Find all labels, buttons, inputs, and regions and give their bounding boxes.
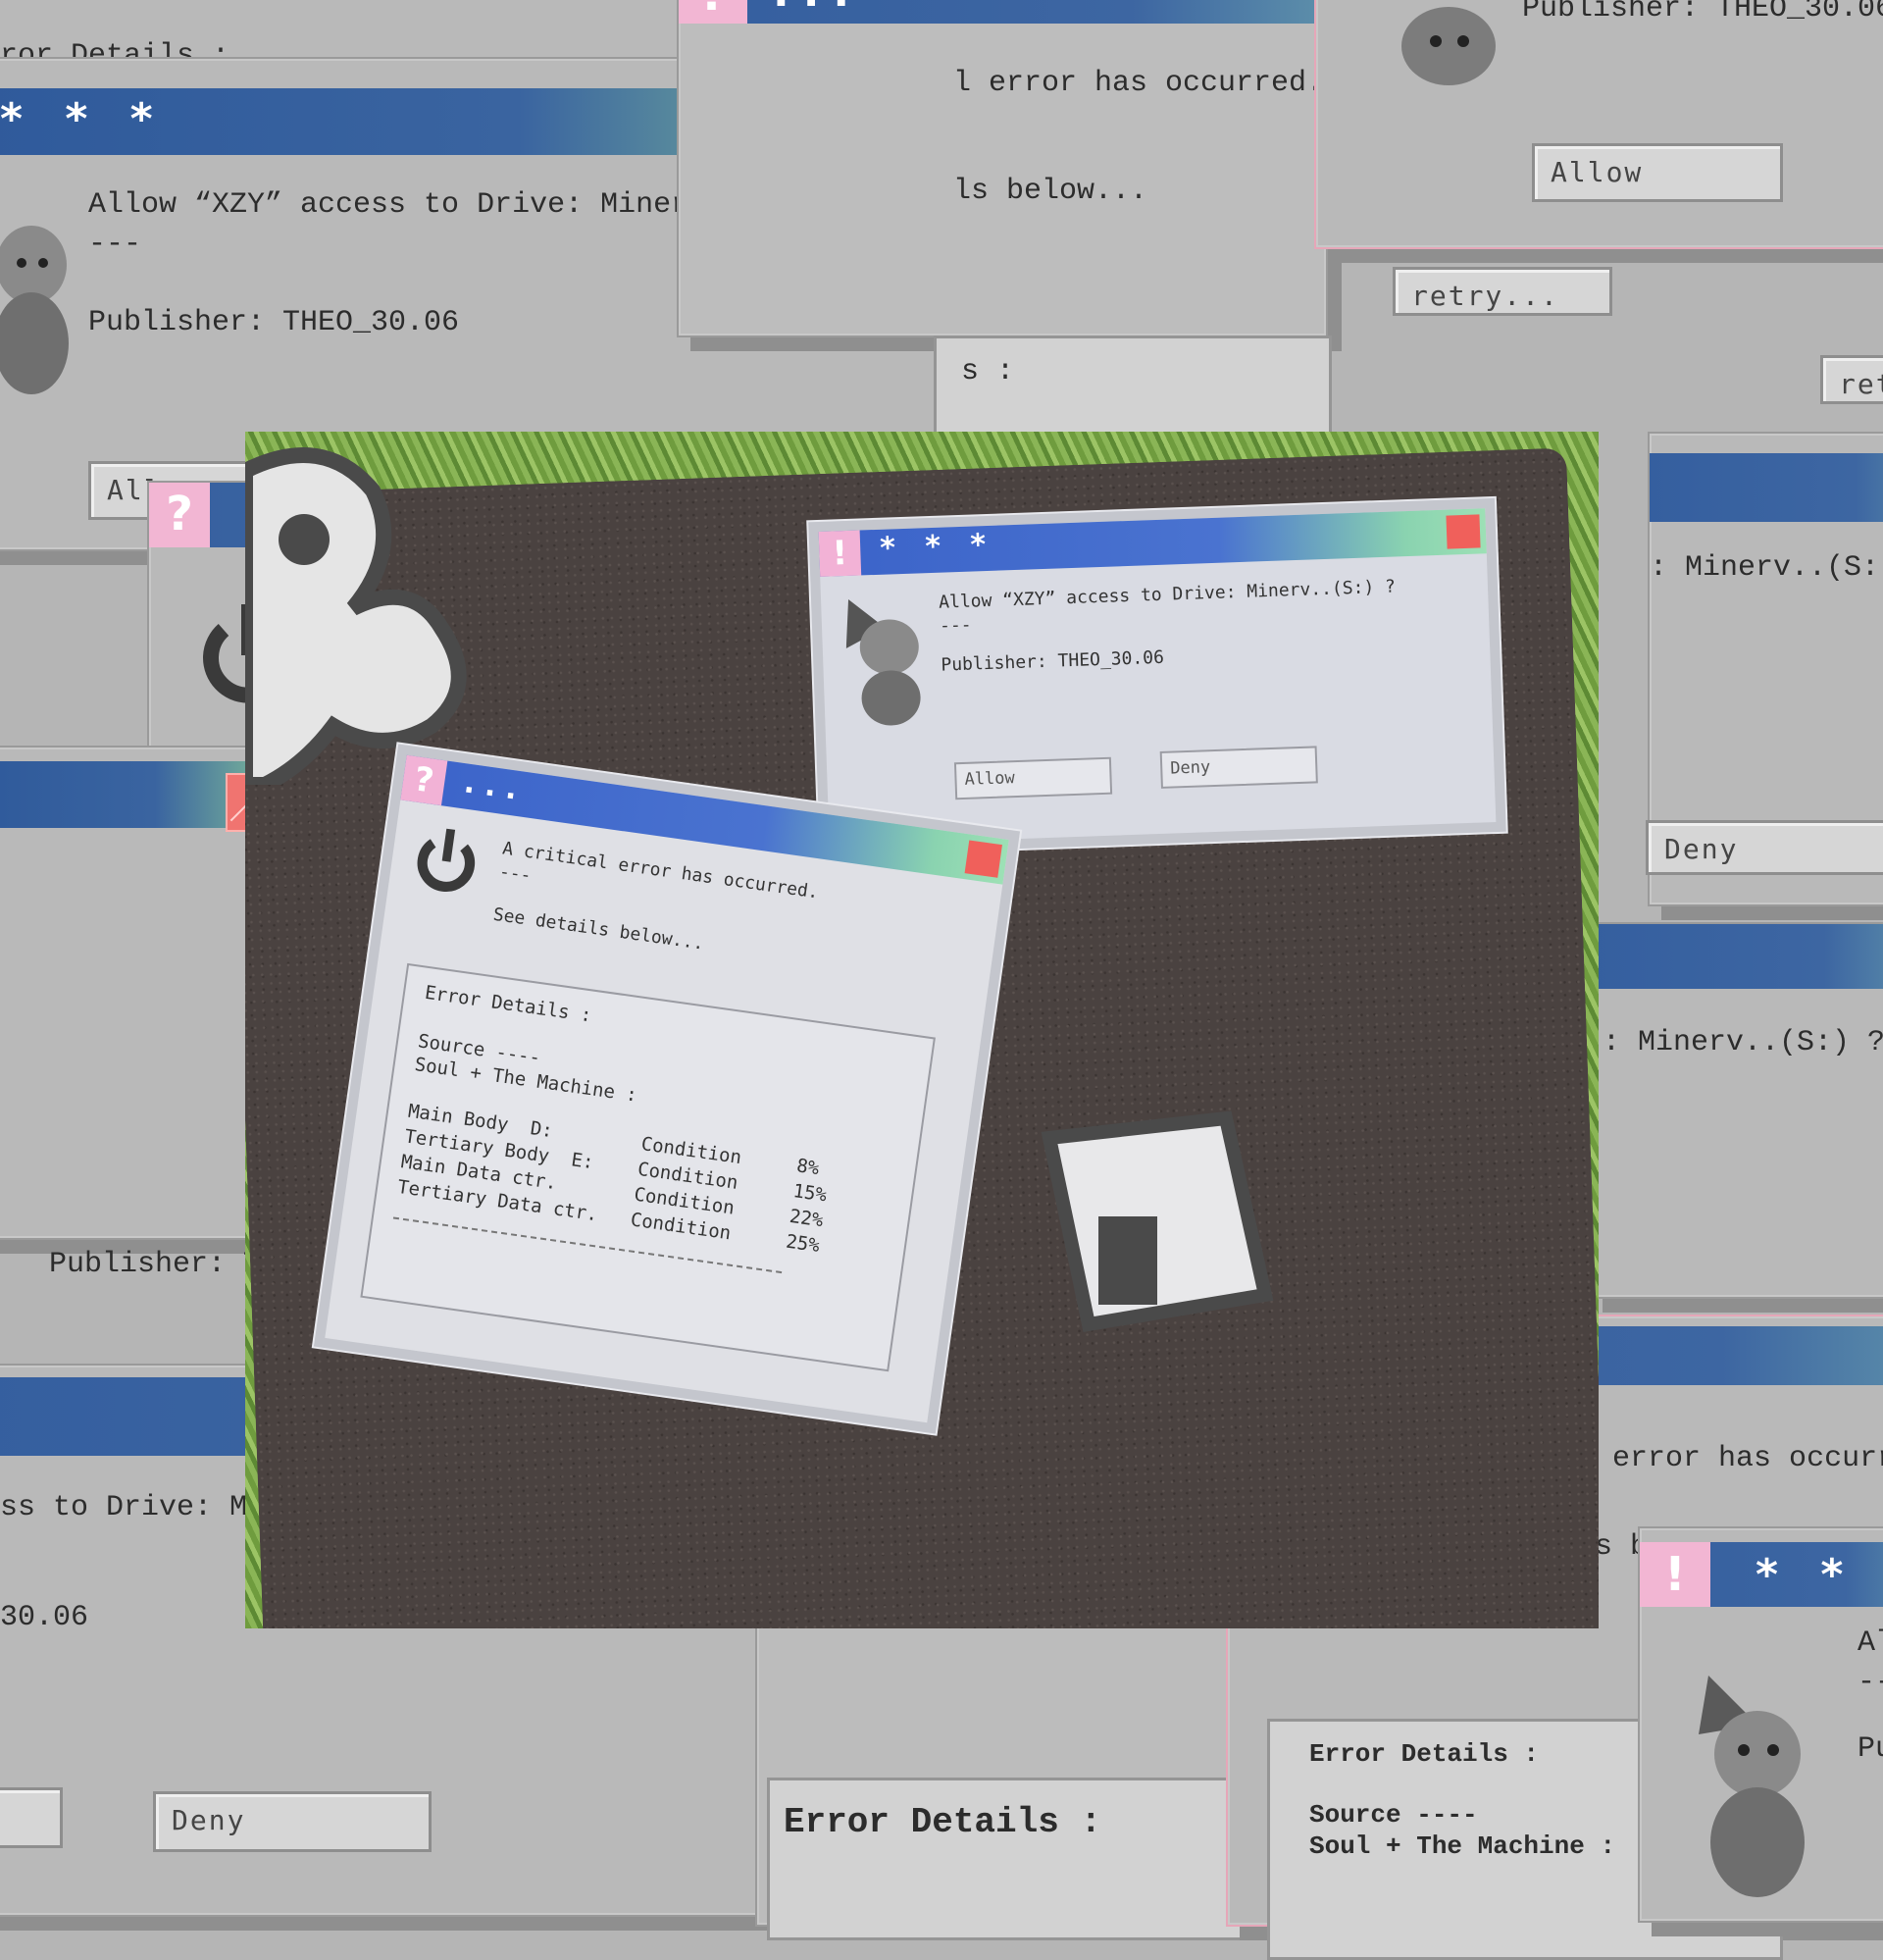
allow-button[interactable]: Allow [1532, 143, 1783, 202]
close-button[interactable] [1446, 514, 1481, 549]
details-fragment: ls below... [953, 175, 1148, 208]
close-button[interactable] [964, 840, 1002, 878]
deny-button[interactable]: Deny [1646, 820, 1883, 875]
allow-dialog-right: : Minerv..(S:) ? Deny [1646, 432, 1883, 906]
details-heading: Error Details : [784, 1802, 1102, 1842]
row-value: 15% [791, 1180, 829, 1207]
drive-fragment: : Minerv..(S:) ? [1603, 1026, 1883, 1059]
allow-dialog-right-lower: : Minerv..(S:) ? [1589, 922, 1883, 1299]
dog-icon [1401, 7, 1496, 85]
source-value: Soul + The Machine : [1309, 1831, 1616, 1861]
titlebar: ! * * * [1640, 1542, 1883, 1607]
error-dialog-top: ? ... l error has occurred. ls below... [677, 0, 1332, 695]
row-value: 22% [788, 1205, 825, 1232]
condition-row: Main Body D: Condition 8% [407, 1101, 895, 1180]
details-heading: Error Details : [1309, 1739, 1540, 1769]
deny-button[interactable]: Deny [1159, 746, 1318, 789]
window-title: * * * [0, 94, 167, 144]
retry-button-edge[interactable]: retr [1820, 355, 1883, 404]
details-panel: Error Details : Source ---- Soul + The M… [360, 962, 936, 1372]
allow-button[interactable]: Allow [953, 756, 1113, 800]
help-icon: ? [679, 0, 747, 24]
retry-button[interactable]: retry... [1393, 267, 1612, 316]
error-dialog-sticker: ? ... A critical error has occurred. ---… [313, 744, 1021, 1434]
window-title: ... [462, 765, 530, 808]
source-line: Source ---- [1309, 1800, 1478, 1830]
dog-icon [1699, 1676, 1805, 1897]
window-title: * * * [1756, 1550, 1883, 1600]
separator: -- [1858, 1666, 1883, 1699]
allow-fragment: Al [1858, 1626, 1883, 1660]
titlebar [1591, 924, 1883, 989]
publisher-fragment: Pul [1858, 1732, 1883, 1766]
colon-fragment: s : [961, 355, 1015, 388]
titlebar: ! * * * [818, 508, 1487, 577]
separator: --- [88, 228, 142, 261]
drive-fragment: : Minerv..(S:) ? [1650, 551, 1883, 585]
details-panel: Error Details : [767, 1778, 1302, 1940]
dog-icon [845, 598, 921, 726]
publisher-text: Publisher: THEO_30.06 [1522, 0, 1883, 26]
publisher-text: Publisher: THEO_30.06 [88, 306, 460, 339]
deny-button[interactable]: Deny [153, 1791, 432, 1852]
row-value: 8% [794, 1155, 821, 1180]
titlebar: ? ... [679, 0, 1326, 24]
see-details: See details below... [491, 903, 706, 954]
allow-dialog-top-right: Publisher: THEO_30.06 Allow [1314, 0, 1883, 249]
sticker-piece [1041, 1110, 1274, 1333]
allow-dialog-sticker: ! * * * Allow “XZY” access to Drive: Min… [808, 497, 1506, 856]
octopus-sticker [245, 447, 467, 785]
allow-dialog-bottom-right: ! * * * Al -- Pul [1638, 1526, 1883, 1923]
details-heading: Error Details : [423, 981, 593, 1027]
help-icon: ? [400, 754, 448, 806]
access-prompt: Allow “XZY” access to Drive: Minerv..(S:… [938, 576, 1397, 613]
allow-button-partial[interactable] [0, 1787, 63, 1848]
window-title: * * * [879, 527, 996, 566]
error-message-fragment: l error has occurred. [953, 67, 1325, 100]
publisher-text: Publisher: THEO_30.06 [941, 646, 1165, 676]
publisher-fragment: 30.06 [0, 1601, 89, 1634]
sticker-photo: ! * * * Allow “XZY” access to Drive: Min… [245, 432, 1599, 1628]
power-icon [417, 828, 476, 892]
dog-icon [0, 226, 69, 394]
warning-icon: ! [1640, 1542, 1710, 1607]
help-icon: ? [149, 483, 210, 547]
window-title: ... [773, 0, 863, 17]
row-value: 25% [785, 1230, 822, 1258]
separator: --- [939, 614, 972, 637]
separator: --- [497, 861, 533, 887]
titlebar [1650, 453, 1883, 522]
warning-icon: ! [818, 530, 862, 577]
